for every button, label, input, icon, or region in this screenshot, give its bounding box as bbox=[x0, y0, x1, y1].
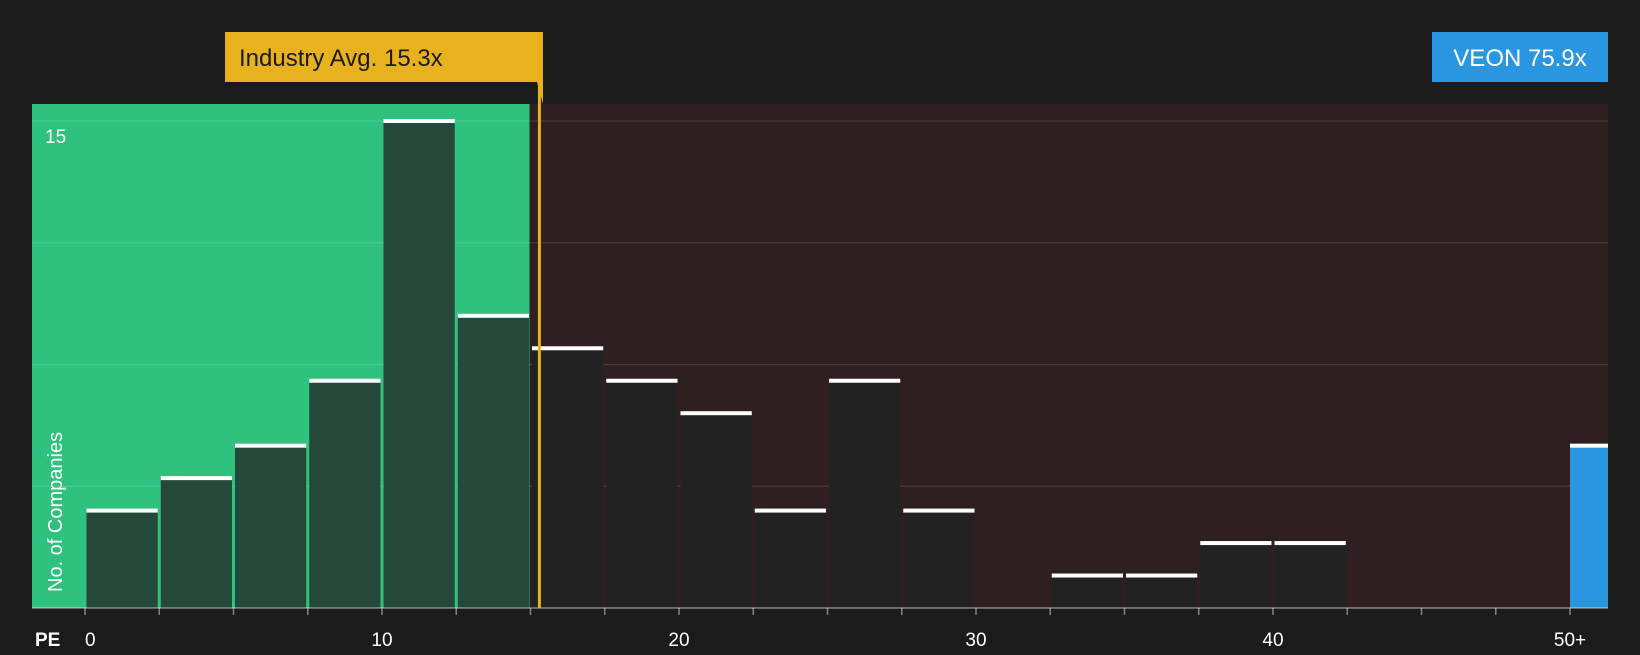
company-bar bbox=[1570, 445, 1608, 608]
histogram-bar-top bbox=[1051, 573, 1123, 578]
histogram-bar bbox=[383, 121, 455, 608]
company-bar-top bbox=[1570, 443, 1608, 448]
histogram-bar bbox=[1274, 543, 1346, 608]
histogram-bar-top bbox=[829, 378, 901, 383]
histogram-bar bbox=[1126, 575, 1198, 608]
histogram-bar bbox=[754, 510, 826, 608]
histogram-bar-top bbox=[457, 313, 529, 318]
chart-svg: 0 10 20 30 40 50+ PE 15 No. of Companies Industr… bbox=[32, 32, 1608, 651]
x-tick-label: 30 bbox=[965, 630, 986, 650]
histogram-bar bbox=[829, 380, 901, 608]
histogram-bar bbox=[309, 380, 381, 608]
industry-average-label: Industry Avg. 15.3x bbox=[239, 45, 443, 72]
histogram-bar bbox=[235, 445, 307, 608]
x-tick-label: 20 bbox=[668, 630, 689, 650]
histogram-bar bbox=[680, 413, 752, 608]
x-tick-label: 50+ bbox=[1554, 630, 1586, 650]
y-axis-label: No. of Companies bbox=[45, 432, 67, 592]
histogram-bar-top bbox=[754, 508, 826, 513]
histogram-bar-top bbox=[1126, 573, 1198, 578]
histogram-bar bbox=[903, 510, 975, 608]
histogram-bar bbox=[1051, 575, 1123, 608]
histogram-bar bbox=[606, 380, 678, 608]
histogram-bar-top bbox=[903, 508, 975, 513]
pe-distribution-chart: 0 10 20 30 40 50+ PE 15 No. of Companies Industr… bbox=[0, 0, 1640, 651]
histogram-bar bbox=[160, 478, 232, 608]
histogram-bar bbox=[457, 315, 529, 608]
histogram-bar bbox=[86, 510, 158, 608]
histogram-bar bbox=[532, 348, 604, 608]
histogram-bar-top bbox=[86, 508, 158, 513]
histogram-bar bbox=[1200, 543, 1272, 608]
x-axis-label: PE bbox=[35, 630, 60, 650]
company-pe-label: VEON 75.9x bbox=[1453, 45, 1586, 72]
y-tick-label: 15 bbox=[45, 127, 66, 148]
histogram-bar-top bbox=[1200, 541, 1272, 546]
x-tick-label: 10 bbox=[371, 630, 392, 650]
histogram-bar-top bbox=[680, 411, 752, 416]
histogram-bar-top bbox=[235, 443, 307, 448]
histogram-bar-top bbox=[383, 119, 455, 123]
histogram-bar-top bbox=[309, 378, 381, 383]
histogram-bar-top bbox=[1274, 541, 1346, 546]
x-tick-label: 40 bbox=[1262, 630, 1283, 650]
histogram-bar-top bbox=[532, 346, 604, 351]
x-tick-label: 0 bbox=[85, 630, 96, 650]
histogram-bar-top bbox=[160, 476, 232, 481]
histogram-bar-top bbox=[606, 378, 678, 383]
